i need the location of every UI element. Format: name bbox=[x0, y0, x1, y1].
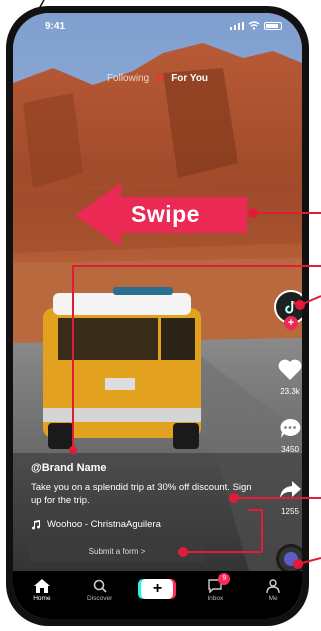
annotation-callouts bbox=[69, 208, 321, 569]
